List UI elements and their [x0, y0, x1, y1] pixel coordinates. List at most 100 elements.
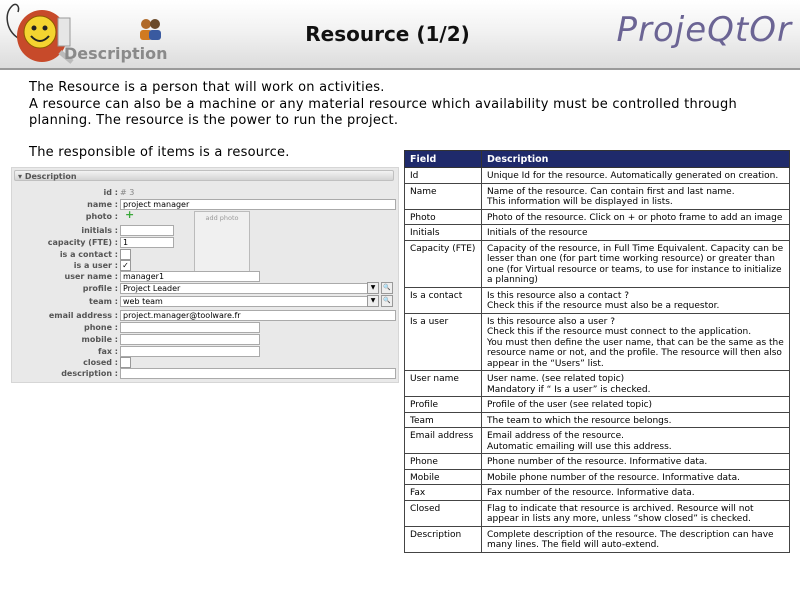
search-icon[interactable]: 🔍	[381, 282, 393, 294]
description-line: Mandatory if “ Is a user” is checked.	[487, 384, 651, 395]
field-name-cell: Closed	[404, 499, 482, 527]
field-name-cell: Description	[404, 525, 482, 553]
email-label: email address :	[48, 311, 118, 320]
description-line: Photo of the resource. Click on + or pho…	[487, 212, 783, 223]
description-line: Flag to indicate that resource is archiv…	[487, 503, 754, 525]
resource-form: ▾ Description id : # 3 name : project ma…	[11, 167, 399, 383]
form-row-name: name : project manager	[12, 199, 398, 210]
search-icon[interactable]: 🔍	[381, 295, 393, 307]
intro-text: The Resource is a person that will work …	[29, 80, 769, 130]
capacity-input[interactable]: 1	[120, 237, 174, 248]
table-row: Photo Photo of the resource. Click on + o…	[404, 208, 790, 225]
form-row-mobile: mobile :	[12, 334, 398, 345]
table-row: Is a user Is this resource also a user ? C…	[404, 312, 790, 371]
description-line: Check this if the resource must also be …	[487, 301, 720, 311]
field-description-cell: Mobile phone number of the resource. Inf…	[481, 468, 790, 485]
form-row-profile: profile : Project Leader ▼ 🔍	[12, 282, 398, 294]
description-line: Fax number of the resource. Informative …	[487, 488, 695, 498]
is-user-label: is a user :	[73, 261, 118, 270]
field-description-cell: Unique Id for the resource. Automaticall…	[481, 167, 790, 184]
table-row: Phone Phone number of the resource. Infor…	[404, 453, 790, 470]
table-row: Closed Flag to indicate that resource is …	[404, 499, 790, 527]
mobile-label: mobile :	[81, 335, 118, 344]
description-line: Is this resource also a user ?	[487, 316, 615, 327]
name-input[interactable]: project manager	[120, 199, 396, 210]
table-row: Id Unique Id for the resource. Automatica…	[404, 167, 790, 184]
table-row: Email address Email address of the resour…	[404, 427, 790, 454]
description-line: Is this resource also a contact ?	[487, 290, 630, 301]
description-line: User name. (see related topic)	[487, 374, 625, 384]
form-row-email: email address : project.manager@toolware…	[12, 310, 398, 321]
form-row-is-user: is a user : ✓	[12, 260, 398, 271]
responsible-text: The responsible of items is a resource.	[29, 145, 290, 160]
description-line: Profile of the user (see related topic)	[487, 400, 653, 410]
description-column-header: Description	[481, 150, 790, 168]
form-section-title: Description	[24, 172, 77, 181]
user-name-input[interactable]: manager1	[120, 271, 260, 282]
form-row-phone: phone :	[12, 322, 398, 333]
chevron-down-icon[interactable]: ▼	[367, 282, 379, 294]
mobile-input[interactable]	[120, 334, 260, 345]
table-row: Initials Initials of the resource	[404, 224, 790, 241]
table-row: Name Name of the resource. Can contain fi…	[404, 182, 790, 210]
table-body: Id Unique Id for the resource. Automatica…	[404, 167, 790, 553]
closed-checkbox[interactable]	[120, 357, 131, 368]
description-line: Name of the resource. Can contain first …	[487, 186, 735, 197]
description-line: Mobile phone number of the resource. Inf…	[487, 472, 740, 483]
table-row: Is a contact Is this resource also a cont…	[404, 286, 790, 314]
field-name-cell: Capacity (FTE)	[404, 239, 482, 288]
field-name-cell: Is a contact	[404, 286, 482, 314]
email-field[interactable]: project.manager@toolware.fr	[120, 310, 396, 321]
form-row-initials: initials :	[12, 225, 398, 236]
field-description-cell: The team to which the resource belongs.	[481, 411, 790, 428]
description-line: Phone number of the resource. Informativ…	[487, 457, 708, 467]
description-line: This information will be displayed in li…	[487, 197, 673, 207]
field-description-table: Field Description Id Unique Id for the re…	[404, 150, 790, 553]
table-row: User name User name. (see related topic) M…	[404, 370, 790, 397]
photo-label: photo :	[85, 212, 118, 221]
chevron-down-icon[interactable]: ▼	[367, 295, 379, 307]
form-row-team: team : web team ▼ 🔍	[12, 295, 398, 307]
initials-input[interactable]	[120, 225, 174, 236]
id-label: id :	[103, 188, 118, 197]
field-name-cell: Is a user	[404, 312, 482, 371]
form-row-description: description :	[12, 368, 398, 379]
field-description-cell: Profile of the user (see related topic)	[481, 396, 790, 413]
is-contact-checkbox[interactable]	[120, 249, 131, 260]
field-description-cell: Fax number of the resource. Informative …	[481, 484, 790, 501]
form-row-capacity: capacity (FTE) : 1	[12, 237, 398, 248]
field-name-cell: User name	[404, 370, 482, 397]
form-row-is-contact: is a contact :	[12, 249, 398, 260]
field-name-cell: Mobile	[404, 468, 482, 485]
field-description-cell: Is this resource also a contact ? Check t…	[481, 286, 790, 314]
initials-label: initials :	[81, 226, 118, 235]
team-label: team :	[89, 297, 118, 306]
is-user-checkbox[interactable]: ✓	[120, 260, 131, 271]
phone-label: phone :	[83, 323, 118, 332]
add-photo-plus-icon[interactable]: +	[125, 209, 134, 220]
field-description-cell: Email address of the resource. Automatic …	[481, 427, 790, 454]
table-row: Mobile Mobile phone number of the resourc…	[404, 468, 790, 485]
field-name-cell: Name	[404, 182, 482, 210]
is-contact-label: is a contact :	[59, 250, 118, 259]
name-label: name :	[87, 200, 118, 209]
description-line: Check this if the resource must connect …	[487, 327, 752, 337]
table-row: Description Complete description of the r…	[404, 525, 790, 553]
description-line: Email address of the resource.	[487, 431, 625, 441]
description-input[interactable]	[120, 368, 396, 379]
fax-input[interactable]	[120, 346, 260, 357]
table-row: Profile Profile of the user (see related …	[404, 396, 790, 413]
team-select[interactable]: web team	[120, 296, 368, 307]
profile-select[interactable]: Project Leader	[120, 283, 368, 294]
description-line: Complete description of the resource. Th…	[487, 529, 774, 551]
description-line: The team to which the resource belongs.	[487, 415, 672, 426]
phone-input[interactable]	[120, 322, 260, 333]
intro-line-1: The Resource is a person that will work …	[29, 80, 385, 95]
brand-logo-text: ProjeQtOr	[616, 10, 792, 50]
user-name-label: user name :	[64, 272, 118, 281]
description-label: description :	[61, 369, 118, 378]
field-name-cell: Phone	[404, 453, 482, 470]
table-row: Team The team to which the resource belon…	[404, 411, 790, 428]
form-section-header[interactable]: ▾ Description	[14, 170, 394, 181]
field-column-header: Field	[404, 150, 482, 168]
